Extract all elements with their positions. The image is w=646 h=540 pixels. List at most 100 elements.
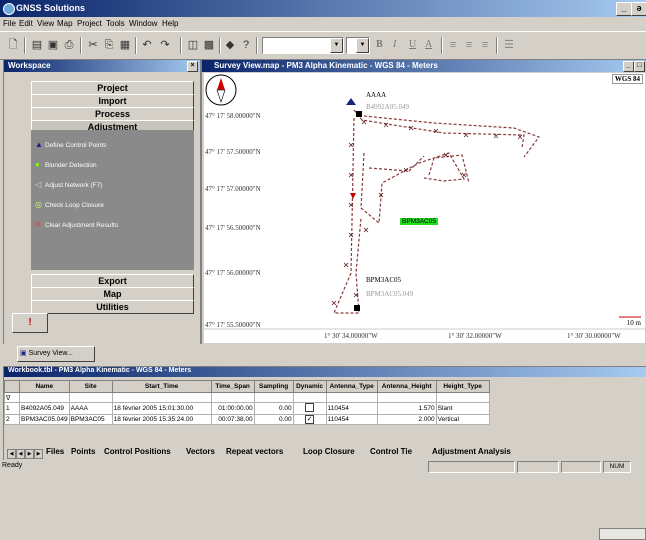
open-folder-icon[interactable]: ▤ <box>30 38 44 52</box>
dynamic-checkbox[interactable] <box>305 403 315 412</box>
help-icon[interactable]: ? <box>239 38 253 52</box>
underline-button[interactable]: U <box>409 39 416 50</box>
cell-dynamic[interactable]: ✓ <box>292 414 327 425</box>
filter-cell[interactable] <box>111 392 212 403</box>
column-header[interactable]: Name <box>19 380 70 393</box>
cell-name[interactable]: BPM3AC05.049 <box>19 414 70 425</box>
align-left-icon[interactable]: ≡ <box>446 38 460 52</box>
cell-antenna-type[interactable]: 110454 <box>325 414 378 425</box>
filter-cell[interactable] <box>325 392 378 403</box>
check-loop-closure-item[interactable]: ◎ Check Loop Closure <box>35 200 104 209</box>
adjust-network-item[interactable]: ◁ Adjust Network (F7) <box>35 180 102 189</box>
workspace-utilities-button[interactable]: Utilities <box>31 300 194 314</box>
clear-adjustment-results-item[interactable]: ✕ Clear Adjustment Results <box>35 220 118 229</box>
column-header[interactable]: Dynamic <box>292 380 327 393</box>
filter-cell[interactable] <box>68 392 113 403</box>
sheet-tab-files[interactable]: Files <box>46 447 64 456</box>
cell-start-time[interactable]: 18 février 2005 15:01:30.00 <box>111 402 212 415</box>
cell-time-span[interactable]: 00:07:38.00 <box>210 414 255 425</box>
cell-antenna-type[interactable]: 110454 <box>325 402 378 415</box>
last-sheet-icon[interactable]: ▶ <box>34 449 43 459</box>
menu-window[interactable]: Window <box>129 19 157 28</box>
menu-map[interactable]: Map <box>57 19 73 28</box>
column-header[interactable]: Antenna_Height <box>376 380 437 393</box>
cell-time-span[interactable]: 01:00:00.00 <box>210 402 255 415</box>
map-canvas[interactable]: WGS 84 47° 17' 58.00000"N 47° 17' 57.500… <box>204 73 645 343</box>
new-file-icon[interactable]: 🗋 <box>6 38 20 52</box>
workspace-export-button[interactable]: Export <box>31 274 194 288</box>
prev-sheet-icon[interactable]: ◀ <box>16 449 25 459</box>
paste-icon[interactable]: ▦ <box>118 38 132 52</box>
minimize-button[interactable]: _ <box>616 2 632 16</box>
menu-project[interactable]: Project <box>77 19 102 28</box>
copy-icon[interactable]: ⎘ <box>102 38 116 52</box>
workspace-process-button[interactable]: Process <box>31 107 194 121</box>
column-header[interactable]: Height_Type <box>435 380 490 393</box>
column-header[interactable]: Start_Time <box>111 380 212 393</box>
map-icon[interactable]: ▩ <box>202 38 216 52</box>
menu-file[interactable]: File <box>3 19 16 28</box>
italic-button[interactable]: I <box>393 39 396 50</box>
dynamic-checkbox[interactable]: ✓ <box>305 415 315 424</box>
sheet-tab-repeat-vectors[interactable]: Repeat vectors <box>226 447 283 456</box>
cell-antenna-height[interactable]: 2.000 <box>376 414 437 425</box>
column-header[interactable]: Site <box>68 380 113 393</box>
font-size-combo[interactable]: ▼ <box>346 37 370 54</box>
close-icon[interactable]: × <box>187 61 198 72</box>
bold-button[interactable]: B <box>376 39 383 50</box>
workspace-project-button[interactable]: Project <box>31 81 194 95</box>
table-row[interactable]: 1 B4092A05.049 AAAA 18 février 2005 15:0… <box>4 402 490 415</box>
cell-antenna-height[interactable]: 1.570 <box>376 402 437 415</box>
tab-survey-view[interactable]: ▣ Survey View... <box>17 346 95 362</box>
sheet-tab-adjustment-analysis[interactable]: Adjustment Analysis <box>432 447 511 456</box>
column-header[interactable]: Time_Span <box>210 380 255 393</box>
align-center-icon[interactable]: ≡ <box>462 38 476 52</box>
cell-sampling[interactable]: 0.00 <box>253 402 294 415</box>
filter-cell[interactable] <box>210 392 255 403</box>
save-icon[interactable]: ▣ <box>46 38 60 52</box>
menu-tools[interactable]: Tools <box>106 19 125 28</box>
restore-button[interactable]: ǝ <box>631 2 646 16</box>
sheet-tab-loop-closure[interactable]: Loop Closure <box>303 447 355 456</box>
sheet-tab-vectors[interactable]: Vectors <box>186 447 215 456</box>
warning-button[interactable]: ! <box>12 313 48 333</box>
bullets-icon[interactable]: ☰ <box>502 38 516 52</box>
sheet-tab-control-positions[interactable]: Control Positions <box>104 447 171 456</box>
cell-name[interactable]: B4092A05.049 <box>19 402 70 415</box>
table-row[interactable]: 2 BPM3AC05.049 BPM3AC05 18 février 2005 … <box>4 414 490 425</box>
menu-edit[interactable]: Edit <box>19 19 33 28</box>
workspace-import-button[interactable]: Import <box>31 94 194 108</box>
blunder-detection-item[interactable]: ● Blunder Detection <box>35 160 97 169</box>
next-sheet-icon[interactable]: ▶ <box>25 449 34 459</box>
cell-site[interactable]: BPM3AC05 <box>68 414 113 425</box>
font-color-button[interactable]: A <box>425 39 432 50</box>
diamond-icon[interactable]: ◆ <box>223 38 237 52</box>
column-header[interactable]: Sampling <box>253 380 294 393</box>
sheet-tab-control-tie[interactable]: Control Tie <box>370 447 412 456</box>
filter-cell[interactable] <box>292 392 327 403</box>
cut-icon[interactable]: ✂ <box>86 38 100 52</box>
window-icon[interactable]: ◫ <box>186 38 200 52</box>
cell-dynamic[interactable] <box>292 402 327 415</box>
filter-cell[interactable] <box>376 392 437 403</box>
undo-icon[interactable]: ↶ <box>140 38 154 52</box>
menu-view[interactable]: View <box>37 19 54 28</box>
minimize-icon[interactable]: _ <box>623 61 634 72</box>
filter-cell[interactable] <box>435 392 490 403</box>
define-control-points-item[interactable]: ▲ Define Control Points <box>35 140 106 149</box>
menu-help[interactable]: Help <box>162 19 178 28</box>
cell-height-type[interactable]: Slant <box>435 402 490 415</box>
horizontal-scrollbar[interactable] <box>599 528 646 540</box>
maximize-icon[interactable]: □ <box>634 61 645 72</box>
workspace-map-button[interactable]: Map <box>31 287 194 301</box>
filter-cell[interactable] <box>253 392 294 403</box>
column-header[interactable]: Antenna_Type <box>325 380 378 393</box>
sheet-tab-points[interactable]: Points <box>71 447 95 456</box>
redo-icon[interactable]: ↷ <box>158 38 172 52</box>
cell-sampling[interactable]: 0.00 <box>253 414 294 425</box>
first-sheet-icon[interactable]: ◀ <box>7 449 16 459</box>
print-icon[interactable]: ⎙ <box>62 38 76 52</box>
cell-start-time[interactable]: 18 février 2005 15:35:24.00 <box>111 414 212 425</box>
highlighted-point-label[interactable]: BPM3AC05 <box>400 218 438 225</box>
align-right-icon[interactable]: ≡ <box>478 38 492 52</box>
